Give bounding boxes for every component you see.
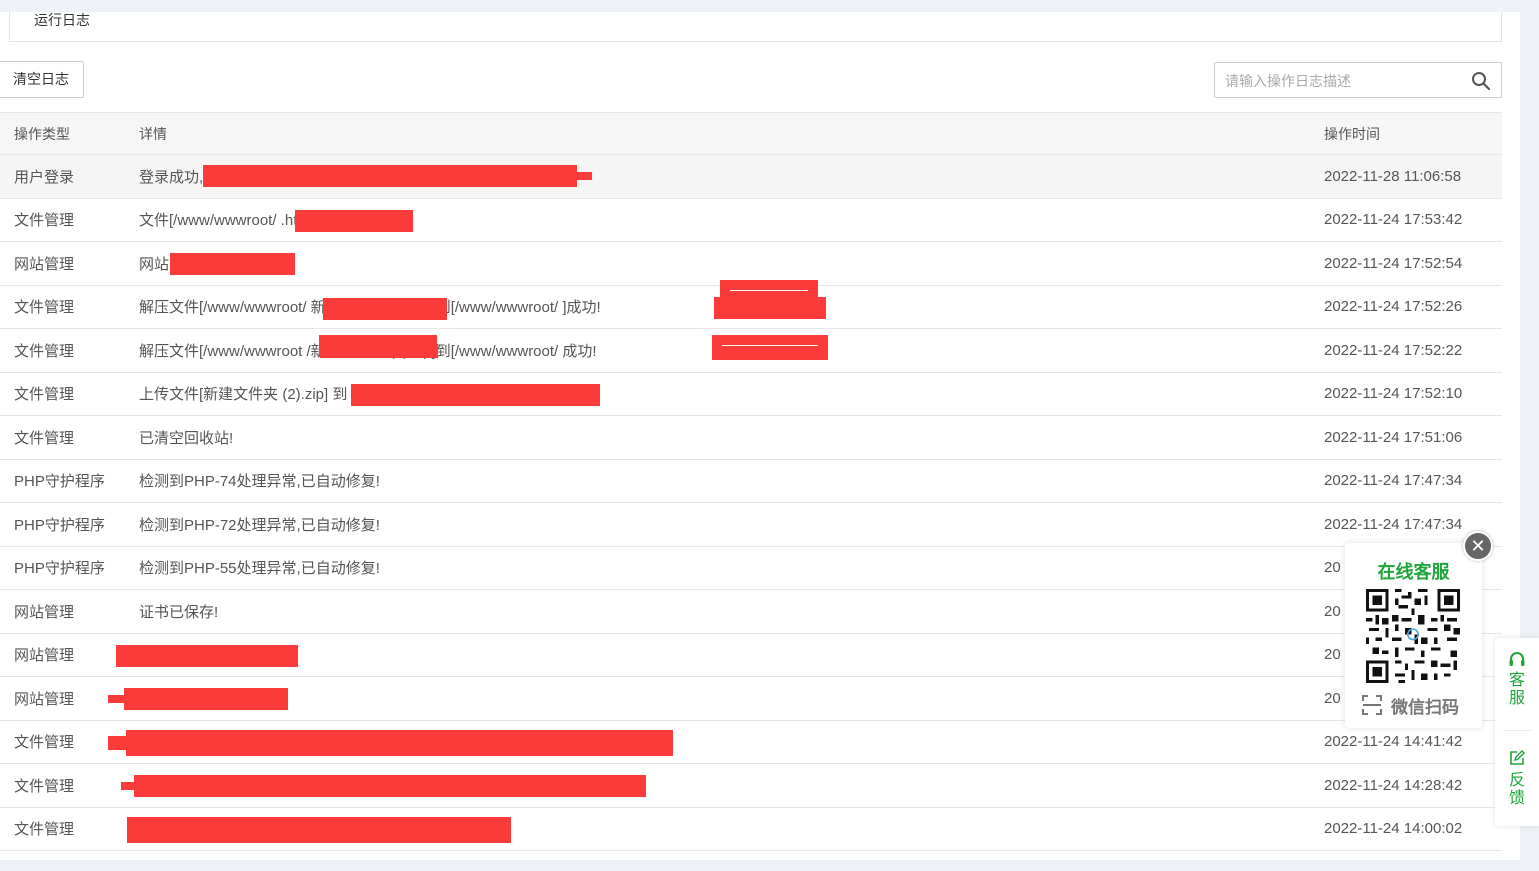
- row-time: 2022-11-24 17:47:34: [1324, 472, 1463, 490]
- close-popup-button[interactable]: ✕: [1463, 531, 1493, 561]
- row-type: 文件管理: [14, 821, 75, 839]
- row-time: 2022-11-24 17:52:54: [1324, 254, 1463, 272]
- clear-log-button[interactable]: 清空日志: [0, 61, 84, 98]
- row-type: 网站管理: [14, 690, 75, 708]
- redaction-block: [108, 695, 126, 703]
- table-row: 网站管理 证书已保存! 20: [0, 590, 1502, 634]
- redaction-block: [323, 297, 447, 320]
- row-detail: 已清空回收站!: [139, 429, 234, 447]
- redaction-block: [126, 729, 673, 756]
- qr-code-icon: [1366, 589, 1460, 683]
- edit-icon: [1510, 750, 1525, 765]
- redaction-block: [116, 644, 298, 667]
- table-row: 文件管理 文件[/www/wwwroot/ .htaccess]保存成功! 20…: [0, 198, 1502, 242]
- table-row: 文件管理 mage.css]保存成功! 2022-11-24 14:00:02: [0, 807, 1502, 851]
- side-float-bar: 客服 反馈: [1495, 638, 1539, 826]
- redaction-block: [121, 782, 136, 790]
- row-detail: 检测到PHP-72处理异常,已自动修复!: [139, 516, 380, 534]
- scan-label: 微信扫码: [1391, 697, 1459, 717]
- table-row: 文件管理 解压文件[/www/wwwroot/ 新建文件夹 (2).zip]到[…: [0, 279, 1502, 329]
- row-detail: 证书已保存!: [139, 603, 219, 621]
- row-type: 文件管理: [14, 429, 75, 447]
- row-time: 20: [1324, 559, 1341, 577]
- search-icon[interactable]: [1471, 71, 1491, 91]
- row-time: 2022-11-24 17:53:42: [1324, 211, 1463, 229]
- redaction-block: [351, 383, 600, 406]
- row-type: 网站管理: [14, 603, 75, 621]
- row-type: 文件管理: [14, 777, 75, 795]
- redaction-block: [124, 688, 288, 710]
- row-type: PHP守护程序: [14, 516, 105, 534]
- headset-icon: [1509, 652, 1525, 666]
- log-table: 操作类型 详情 操作时间 用户登录 登录成功, 2022-11-28 11:06…: [0, 112, 1502, 851]
- row-time: 2022-11-24 17:52:22: [1324, 341, 1463, 359]
- table-row: 文件管理 上传文件[新建文件夹 (2).zip] 到 ]成功! 2022-11-…: [0, 372, 1502, 416]
- cs-title: 在线客服: [1377, 562, 1450, 582]
- row-detail: 登录成功,: [139, 168, 204, 186]
- table-row: PHP守护程序 检测到PHP-74处理异常,已自动修复! 2022-11-24 …: [0, 459, 1502, 503]
- row-type: 文件管理: [14, 212, 75, 230]
- row-detail: 检测到PHP-55处理异常,已自动修复!: [139, 560, 380, 578]
- row-type: 文件管理: [14, 734, 75, 752]
- row-time: 2022-11-24 14:28:42: [1324, 776, 1463, 794]
- table-row: 网站管理 ]关闭SSL成功! 20: [0, 677, 1502, 721]
- customer-service-button[interactable]: 客服: [1495, 652, 1539, 708]
- search-box: [1214, 62, 1502, 98]
- redaction-block: [203, 165, 577, 187]
- row-type: PHP守护程序: [14, 473, 105, 491]
- row-type: 网站管理: [14, 255, 75, 273]
- table-header: 操作类型 详情 操作时间: [0, 112, 1502, 155]
- row-time: 2022-11-24 14:00:02: [1324, 820, 1463, 838]
- divider: [1503, 730, 1531, 731]
- header-detail: 详情: [139, 125, 167, 142]
- row-type: 文件管理: [14, 299, 75, 317]
- row-time: 2022-11-24 17:52:10: [1324, 385, 1463, 403]
- row-time: 2022-11-24 17:47:34: [1324, 515, 1463, 533]
- row-type: 网站管理: [14, 647, 75, 665]
- redaction-block: [170, 253, 295, 275]
- table-row: 网站管理 开启SSL成功! 20: [0, 633, 1502, 677]
- scan-icon: [1362, 695, 1382, 715]
- row-time: 2022-11-24 17:51:06: [1324, 428, 1463, 446]
- online-service-popup: 在线客服 微信扫码: [1345, 543, 1482, 728]
- table-row: PHP守护程序 检测到PHP-72处理异常,已自动修复! 2022-11-24 …: [0, 503, 1502, 547]
- redaction-block: [560, 172, 592, 180]
- row-detail: 检测到PHP-74处理异常,已自动修复!: [139, 473, 380, 491]
- tab-bar: 运行日志: [9, 12, 1502, 42]
- redaction-block: [714, 296, 826, 319]
- row-type: PHP守护程序: [14, 560, 105, 578]
- redaction-block: [108, 735, 128, 750]
- table-row: PHP守护程序 检测到PHP-55处理异常,已自动修复! 20: [0, 546, 1502, 590]
- row-type: 文件管理: [14, 386, 75, 404]
- wechat-scan-row: 微信扫码: [1361, 693, 1459, 717]
- table-row: 文件管理 /tag.html]保存成功! 2022-11-24 14:28:42: [0, 764, 1502, 808]
- feedback-label: 反馈: [1509, 772, 1526, 807]
- table-row: 文件管理 解压文件[/www/wwwroot /新建文件夹 (2).zip]到[…: [0, 329, 1502, 373]
- tab-run-log[interactable]: 运行日志: [34, 12, 90, 28]
- table-row: 用户登录 登录成功, 2022-11-28 11:06:58: [0, 155, 1502, 199]
- service-label: 客服: [1509, 672, 1526, 707]
- table-row: 文件管理 已清空回收站! 2022-11-24 17:51:06: [0, 416, 1502, 460]
- log-panel: 运行日志 清空日志 操作类型 详情 操作时间 用户登录 登录成功, 2022-1…: [0, 12, 1520, 860]
- row-time: 20: [1324, 602, 1341, 620]
- redaction-block: [134, 775, 646, 797]
- redaction-block: [712, 346, 828, 360]
- row-time: 20: [1324, 646, 1341, 664]
- row-time: 2022-11-28 11:06:58: [1324, 167, 1462, 185]
- row-time: 2022-11-24 17:52:26: [1324, 298, 1463, 316]
- redaction-block: [295, 209, 413, 232]
- redaction-block: [320, 344, 438, 358]
- header-type[interactable]: 操作类型: [14, 113, 70, 154]
- header-time[interactable]: 操作时间: [1324, 113, 1380, 154]
- row-time: 20: [1324, 689, 1341, 707]
- row-type: 用户登录: [14, 168, 75, 186]
- feedback-button[interactable]: 反馈: [1495, 750, 1539, 808]
- row-type: 文件管理: [14, 342, 75, 360]
- redaction-block: [127, 816, 511, 843]
- table-row: 文件管理 .html]保存成功! 2022-11-24 14:41:42: [0, 720, 1502, 764]
- search-input[interactable]: [1225, 71, 1455, 91]
